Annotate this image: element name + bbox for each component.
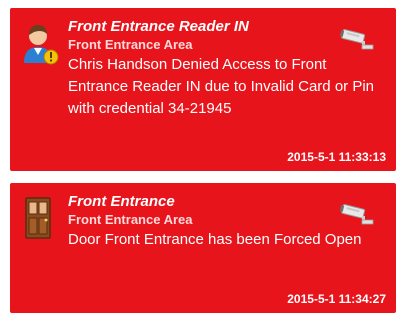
alarm-content: Front Entrance Front Entrance Area Door … bbox=[68, 192, 386, 251]
alarm-card[interactable]: Front Entrance Front Entrance Area Door … bbox=[10, 183, 396, 313]
alarm-card[interactable]: Front Entrance Reader IN Front Entrance … bbox=[10, 8, 396, 171]
alarm-title: Front Entrance bbox=[68, 193, 175, 210]
person-warning-icon bbox=[20, 21, 60, 65]
alarm-area: Front Entrance Area bbox=[68, 37, 193, 52]
alarm-title: Front Entrance Reader IN bbox=[68, 18, 249, 35]
alarm-content: Front Entrance Reader IN Front Entrance … bbox=[68, 17, 386, 120]
alarm-timestamp: 2015-5-1 11:34:27 bbox=[287, 292, 386, 306]
alarm-message: Chris Handson Denied Access to Front Ent… bbox=[68, 56, 374, 117]
door-icon bbox=[20, 196, 60, 240]
alarm-area: Front Entrance Area bbox=[68, 212, 193, 227]
alarm-message: Door Front Entrance has been Forced Open bbox=[68, 231, 362, 248]
alarm-timestamp: 2015-5-1 11:33:13 bbox=[287, 150, 386, 164]
